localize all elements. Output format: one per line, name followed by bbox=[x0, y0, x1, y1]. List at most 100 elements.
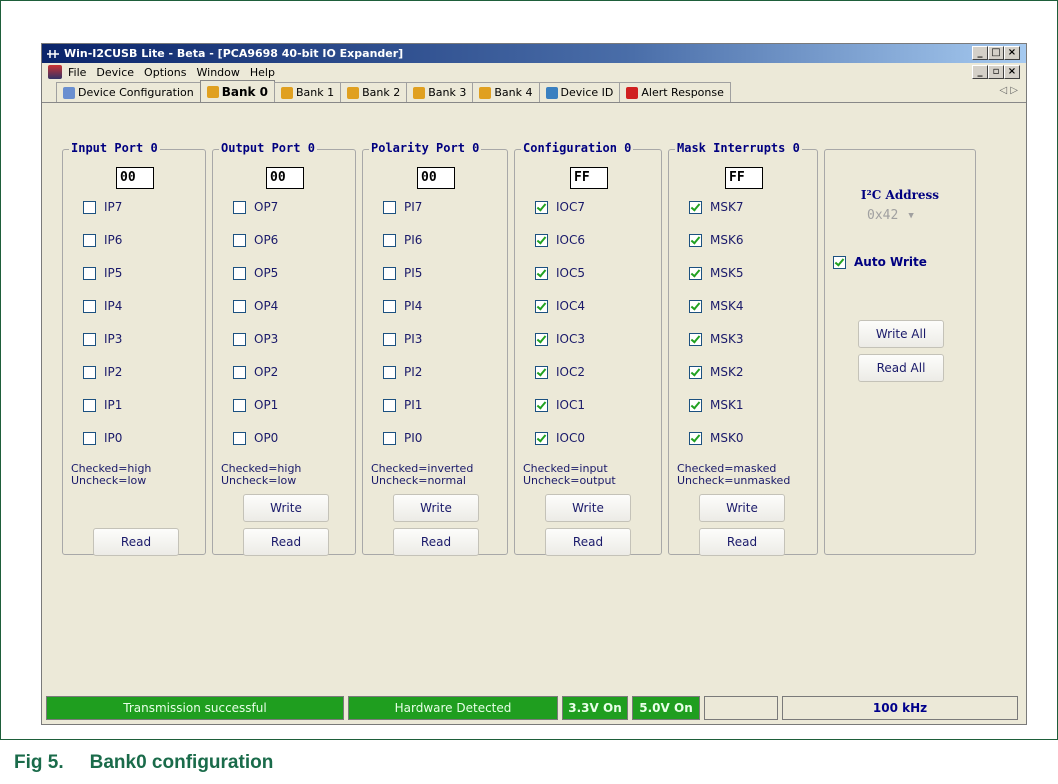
bit-checkbox-row[interactable]: IOC3 bbox=[535, 332, 585, 346]
read-all-button[interactable]: Read All bbox=[858, 354, 944, 382]
maximize-icon[interactable]: □ bbox=[988, 46, 1004, 60]
bit-checkbox-row[interactable]: IP6 bbox=[83, 233, 122, 247]
hex-value-field[interactable]: FF bbox=[725, 167, 763, 189]
mdi-restore-icon[interactable]: ▫ bbox=[988, 65, 1004, 79]
tab-bank-4[interactable]: Bank 4 bbox=[472, 82, 540, 102]
write-button[interactable]: Write bbox=[393, 494, 479, 522]
menu-window[interactable]: Window bbox=[197, 66, 240, 79]
bit-checkbox-row[interactable]: MSK4 bbox=[689, 299, 743, 313]
bit-checkbox-row[interactable]: IOC0 bbox=[535, 431, 585, 445]
checkbox[interactable] bbox=[535, 266, 548, 280]
bit-checkbox-row[interactable]: MSK5 bbox=[689, 266, 743, 280]
bit-checkbox-row[interactable]: IOC6 bbox=[535, 233, 585, 247]
menu-file[interactable]: File bbox=[68, 66, 86, 79]
checkbox[interactable] bbox=[833, 255, 846, 269]
checkbox[interactable] bbox=[689, 332, 702, 346]
checkbox[interactable] bbox=[535, 398, 548, 412]
mdi-close-icon[interactable]: × bbox=[1004, 65, 1020, 79]
bit-checkbox-row[interactable]: MSK6 bbox=[689, 233, 743, 247]
chevron-down-icon[interactable]: ▼ bbox=[908, 208, 913, 224]
hex-value-field[interactable]: FF bbox=[570, 167, 608, 189]
menu-device[interactable]: Device bbox=[96, 66, 134, 79]
checkbox[interactable] bbox=[83, 332, 96, 346]
menu-help[interactable]: Help bbox=[250, 66, 275, 79]
checkbox[interactable] bbox=[83, 365, 96, 379]
checkbox[interactable] bbox=[535, 233, 548, 247]
hex-value-field[interactable]: 00 bbox=[116, 167, 154, 189]
bit-checkbox-row[interactable]: PI7 bbox=[383, 200, 422, 214]
bit-checkbox-row[interactable]: IP0 bbox=[83, 431, 122, 445]
checkbox[interactable] bbox=[383, 299, 396, 313]
tab-device-configuration[interactable]: Device Configuration bbox=[56, 82, 201, 102]
bit-checkbox-row[interactable]: PI3 bbox=[383, 332, 422, 346]
bit-checkbox-row[interactable]: OP5 bbox=[233, 266, 278, 280]
bit-checkbox-row[interactable]: IP7 bbox=[83, 200, 122, 214]
checkbox[interactable] bbox=[689, 299, 702, 313]
checkbox[interactable] bbox=[83, 398, 96, 412]
write-all-button[interactable]: Write All bbox=[858, 320, 944, 348]
mdi-minimize-icon[interactable]: _ bbox=[972, 65, 988, 79]
write-button[interactable]: Write bbox=[243, 494, 329, 522]
bit-checkbox-row[interactable]: MSK3 bbox=[689, 332, 743, 346]
checkbox[interactable] bbox=[83, 431, 96, 445]
checkbox[interactable] bbox=[689, 365, 702, 379]
read-button[interactable]: Read bbox=[93, 528, 179, 556]
bit-checkbox-row[interactable]: IP1 bbox=[83, 398, 122, 412]
bit-checkbox-row[interactable]: MSK0 bbox=[689, 431, 743, 445]
bit-checkbox-row[interactable]: IP5 bbox=[83, 266, 122, 280]
i2c-address-select[interactable]: 0x42 ▼ bbox=[867, 208, 914, 224]
close-icon[interactable]: × bbox=[1004, 46, 1020, 60]
checkbox[interactable] bbox=[383, 332, 396, 346]
write-button[interactable]: Write bbox=[699, 494, 785, 522]
bit-checkbox-row[interactable]: IOC1 bbox=[535, 398, 585, 412]
checkbox[interactable] bbox=[689, 398, 702, 412]
checkbox[interactable] bbox=[233, 332, 246, 346]
bit-checkbox-row[interactable]: OP3 bbox=[233, 332, 278, 346]
checkbox[interactable] bbox=[233, 398, 246, 412]
title-bar[interactable]: Win-I2CUSB Lite - Beta - [PCA9698 40-bit… bbox=[42, 44, 1026, 63]
checkbox[interactable] bbox=[535, 332, 548, 346]
checkbox[interactable] bbox=[383, 266, 396, 280]
read-button[interactable]: Read bbox=[545, 528, 631, 556]
checkbox[interactable] bbox=[535, 299, 548, 313]
bit-checkbox-row[interactable]: PI2 bbox=[383, 365, 422, 379]
menu-options[interactable]: Options bbox=[144, 66, 186, 79]
tab-bank-1[interactable]: Bank 1 bbox=[274, 82, 342, 102]
bit-checkbox-row[interactable]: PI0 bbox=[383, 431, 422, 445]
read-button[interactable]: Read bbox=[243, 528, 329, 556]
checkbox[interactable] bbox=[83, 200, 96, 214]
checkbox[interactable] bbox=[383, 200, 396, 214]
bit-checkbox-row[interactable]: IOC7 bbox=[535, 200, 585, 214]
checkbox[interactable] bbox=[233, 365, 246, 379]
checkbox[interactable] bbox=[233, 299, 246, 313]
checkbox[interactable] bbox=[233, 431, 246, 445]
checkbox[interactable] bbox=[233, 200, 246, 214]
checkbox[interactable] bbox=[535, 365, 548, 379]
bit-checkbox-row[interactable]: PI1 bbox=[383, 398, 422, 412]
checkbox[interactable] bbox=[383, 431, 396, 445]
write-button[interactable]: Write bbox=[545, 494, 631, 522]
checkbox[interactable] bbox=[689, 200, 702, 214]
bit-checkbox-row[interactable]: OP4 bbox=[233, 299, 278, 313]
minimize-icon[interactable]: _ bbox=[972, 46, 988, 60]
bit-checkbox-row[interactable]: MSK2 bbox=[689, 365, 743, 379]
checkbox[interactable] bbox=[383, 233, 396, 247]
checkbox[interactable] bbox=[535, 200, 548, 214]
bit-checkbox-row[interactable]: OP2 bbox=[233, 365, 278, 379]
bit-checkbox-row[interactable]: OP7 bbox=[233, 200, 278, 214]
checkbox[interactable] bbox=[689, 266, 702, 280]
bit-checkbox-row[interactable]: OP0 bbox=[233, 431, 278, 445]
bit-checkbox-row[interactable]: IOC5 bbox=[535, 266, 585, 280]
tab-bank-2[interactable]: Bank 2 bbox=[340, 82, 408, 102]
checkbox[interactable] bbox=[83, 233, 96, 247]
bit-checkbox-row[interactable]: PI4 bbox=[383, 299, 422, 313]
hex-value-field[interactable]: 00 bbox=[417, 167, 455, 189]
bit-checkbox-row[interactable]: IP3 bbox=[83, 332, 122, 346]
checkbox[interactable] bbox=[383, 398, 396, 412]
checkbox[interactable] bbox=[689, 233, 702, 247]
checkbox[interactable] bbox=[233, 266, 246, 280]
checkbox[interactable] bbox=[535, 431, 548, 445]
checkbox[interactable] bbox=[83, 299, 96, 313]
read-button[interactable]: Read bbox=[393, 528, 479, 556]
read-button[interactable]: Read bbox=[699, 528, 785, 556]
